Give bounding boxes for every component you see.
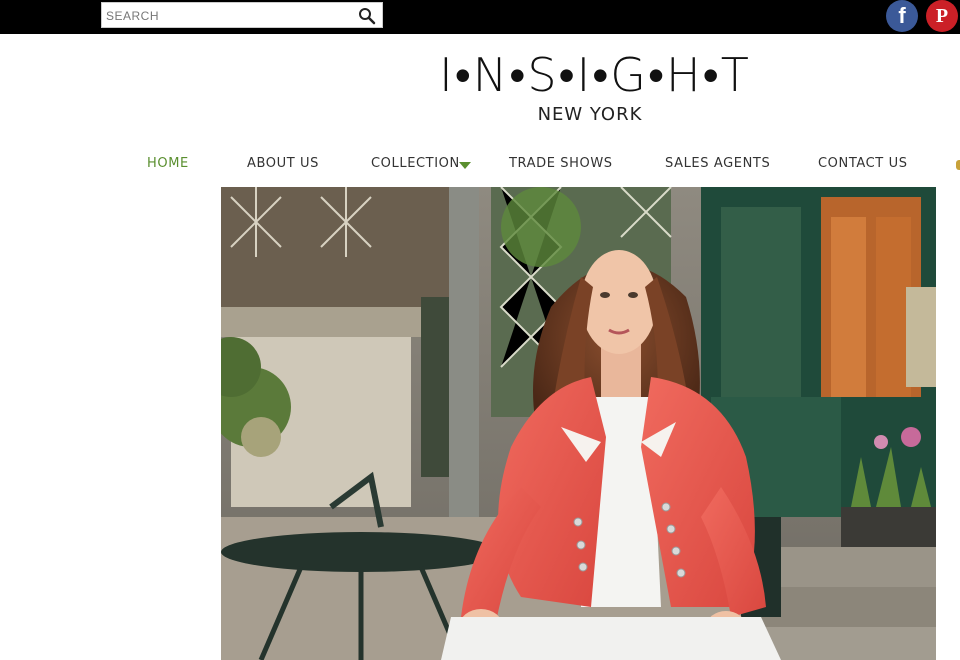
facebook-icon[interactable]: f xyxy=(886,0,918,32)
nav-item-about-us[interactable]: ABOUT US xyxy=(247,156,319,171)
nav-overflow-marker xyxy=(956,160,960,170)
nav-item-sales-agents[interactable]: SALES AGENTS xyxy=(665,156,770,171)
top-bar: f P xyxy=(0,0,960,34)
logo[interactable]: I•N•S•I•G•H•T NEW YORK xyxy=(420,50,770,125)
nav-item-trade-shows[interactable]: TRADE SHOWS xyxy=(509,156,613,171)
hero-illustration xyxy=(221,187,936,660)
logo-subtitle: NEW YORK xyxy=(537,104,643,125)
pinterest-icon[interactable]: P xyxy=(926,0,958,32)
search-icon[interactable] xyxy=(358,7,376,25)
main-nav: HOME ABOUT US COLLECTION TRADE SHOWS SAL… xyxy=(0,150,960,180)
caret-down-icon[interactable] xyxy=(459,162,471,169)
search-input[interactable] xyxy=(106,6,356,26)
nav-item-home[interactable]: HOME xyxy=(147,156,189,171)
search-box[interactable] xyxy=(101,2,383,28)
hero-image[interactable] xyxy=(221,187,936,660)
nav-item-collection[interactable]: COLLECTION xyxy=(371,156,460,171)
nav-item-contact-us[interactable]: CONTACT US xyxy=(818,156,908,171)
logo-wordmark: I•N•S•I•G•H•T xyxy=(439,48,751,102)
